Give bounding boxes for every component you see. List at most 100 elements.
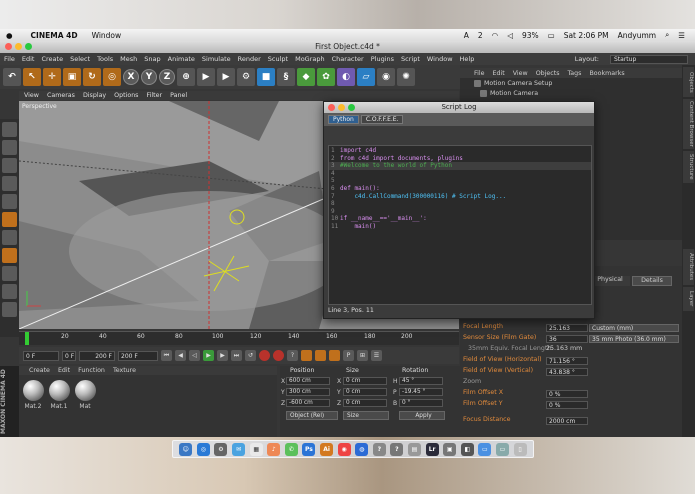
current-frame-field[interactable]: 0 F: [62, 350, 76, 361]
autokey-icon[interactable]: [273, 350, 284, 361]
sensor-size-select[interactable]: 35 mm Photo (36.0 mm): [589, 335, 679, 343]
camera-icon[interactable]: ◉: [377, 68, 395, 86]
lightroom-icon[interactable]: Lr: [425, 442, 439, 456]
fov-horizontal-field[interactable]: 71.156 °: [546, 357, 588, 365]
viewport-menu-filter[interactable]: Filter: [146, 92, 162, 99]
list-icon[interactable]: ☰: [678, 31, 685, 40]
coord-mode-select[interactable]: Object (Rel): [286, 411, 338, 420]
messages-icon[interactable]: ✆: [284, 442, 298, 456]
film-offset-x-field[interactable]: 0 %: [546, 390, 588, 398]
layout-select[interactable]: Startup: [610, 54, 688, 64]
param-key-icon[interactable]: P: [343, 350, 354, 361]
viewport-menu-cameras[interactable]: Cameras: [47, 92, 75, 99]
menu-mograph[interactable]: MoGraph: [295, 55, 325, 63]
tab-attributes[interactable]: Attributes: [683, 249, 694, 285]
finder-icon[interactable]: ☺: [179, 442, 193, 456]
downloads-folder-icon[interactable]: ▭: [478, 442, 492, 456]
snap-icon[interactable]: [2, 248, 17, 263]
search-icon[interactable]: ⌕: [665, 30, 669, 40]
loop-icon[interactable]: ↺: [245, 350, 256, 361]
utility-icon[interactable]: ?: [390, 442, 404, 456]
material-swatch[interactable]: Mat.1: [47, 380, 71, 410]
select-arrow-icon[interactable]: ↖: [23, 68, 41, 86]
mail-icon[interactable]: ✉: [232, 442, 246, 456]
enable-axis-icon[interactable]: [2, 212, 17, 227]
coordinate-system-icon[interactable]: ⊕: [177, 68, 195, 86]
play-backward-icon[interactable]: ◁: [189, 350, 200, 361]
cinema4d-icon[interactable]: ◍: [355, 442, 369, 456]
scale-key-icon[interactable]: [315, 350, 326, 361]
undo-icon[interactable]: ↶: [3, 68, 21, 86]
timeline-menu-icon[interactable]: ☰: [371, 350, 382, 361]
move-icon[interactable]: ✛: [43, 68, 61, 86]
y-axis-toggle[interactable]: Y: [141, 69, 157, 85]
help-icon[interactable]: ?: [372, 442, 386, 456]
material-menu-edit[interactable]: Edit: [58, 367, 70, 374]
floor-icon[interactable]: ▱: [357, 68, 375, 86]
z-axis-toggle[interactable]: Z: [159, 69, 175, 85]
viewport-menu-view[interactable]: View: [24, 92, 39, 99]
code-editor[interactable]: 1 import c4d 2 from c4d import documents, …: [328, 145, 592, 305]
mac-menu-window[interactable]: Window: [92, 31, 122, 40]
attr-tab-details[interactable]: Details: [632, 276, 672, 286]
position-key-icon[interactable]: [301, 350, 312, 361]
menu-animate[interactable]: Animate: [168, 55, 195, 63]
script-log-minimize-button[interactable]: [338, 104, 345, 111]
wifi-icon[interactable]: ◠: [492, 31, 499, 40]
script-log-zoom-button[interactable]: [348, 104, 355, 111]
menu-tools[interactable]: Tools: [97, 55, 113, 63]
record-keys-icon[interactable]: [259, 350, 270, 361]
app-icon[interactable]: ◧: [460, 442, 474, 456]
focal-length-field[interactable]: 25.163: [546, 324, 588, 332]
pos-y-field[interactable]: 300 cm: [286, 388, 330, 396]
attr-tab-physical[interactable]: Physical: [590, 276, 630, 286]
next-key-icon[interactable]: ▶: [217, 350, 228, 361]
sensor-size-field[interactable]: 36: [546, 335, 588, 343]
material-menu-create[interactable]: Create: [29, 367, 50, 374]
photoshop-icon[interactable]: Ps: [302, 442, 316, 456]
close-button[interactable]: [5, 43, 12, 50]
clock[interactable]: Sat 2:06 PM: [564, 31, 609, 40]
x-axis-toggle[interactable]: X: [123, 69, 139, 85]
minimize-button[interactable]: [15, 43, 22, 50]
script-log-close-button[interactable]: [328, 104, 335, 111]
array-icon[interactable]: ✿: [317, 68, 335, 86]
system-preferences-icon[interactable]: ⚙: [214, 442, 228, 456]
rot-p-field[interactable]: -19.45 °: [399, 388, 443, 396]
menu-create[interactable]: Create: [41, 55, 63, 63]
illustrator-icon[interactable]: Ai: [320, 442, 334, 456]
documents-folder-icon[interactable]: ▭: [495, 442, 509, 456]
start-frame-field[interactable]: 0 F: [23, 350, 59, 361]
calendar-icon[interactable]: ▦: [249, 442, 263, 456]
material-swatch[interactable]: Mat.2: [21, 380, 45, 410]
safari-icon[interactable]: ◎: [196, 442, 210, 456]
menu-select[interactable]: Select: [70, 55, 90, 63]
material-swatch[interactable]: Mat: [73, 380, 97, 410]
tab-content-browser[interactable]: Content Browser: [683, 99, 694, 149]
tab-objects[interactable]: Objects: [683, 67, 694, 97]
spline-icon[interactable]: §: [277, 68, 295, 86]
prev-key-icon[interactable]: ◀: [175, 350, 186, 361]
objmgr-menu-file[interactable]: File: [474, 70, 485, 77]
viewport-menu-options[interactable]: Options: [114, 92, 138, 99]
zoom-button[interactable]: [25, 43, 32, 50]
preview-icon[interactable]: ▤: [408, 442, 422, 456]
battery-icon[interactable]: ▭: [548, 31, 555, 40]
menu-edit[interactable]: Edit: [22, 55, 35, 63]
timeline[interactable]: 0 20 40 60 80 100 120 140 160 180 200: [19, 331, 459, 345]
locked-workplane-icon[interactable]: [2, 284, 17, 299]
menu-simulate[interactable]: Simulate: [202, 55, 231, 63]
cube-object-icon[interactable]: ■: [257, 68, 275, 86]
app-menu[interactable]: CINEMA 4D: [31, 31, 78, 40]
itunes-icon[interactable]: ♪: [267, 442, 281, 456]
size-y-field[interactable]: 0 cm: [343, 388, 387, 396]
texture-mode-icon[interactable]: [2, 140, 17, 155]
viewport-menu-display[interactable]: Display: [83, 92, 106, 99]
film-offset-y-field[interactable]: 0 %: [546, 401, 588, 409]
play-icon[interactable]: ▶: [203, 350, 214, 361]
edges-mode-icon[interactable]: [2, 176, 17, 191]
menu-help[interactable]: Help: [460, 55, 475, 63]
fov-vertical-field[interactable]: 43.838 °: [546, 368, 588, 376]
first-frame-icon[interactable]: ⏮: [161, 350, 172, 361]
tab-layer[interactable]: Layer: [683, 287, 694, 311]
